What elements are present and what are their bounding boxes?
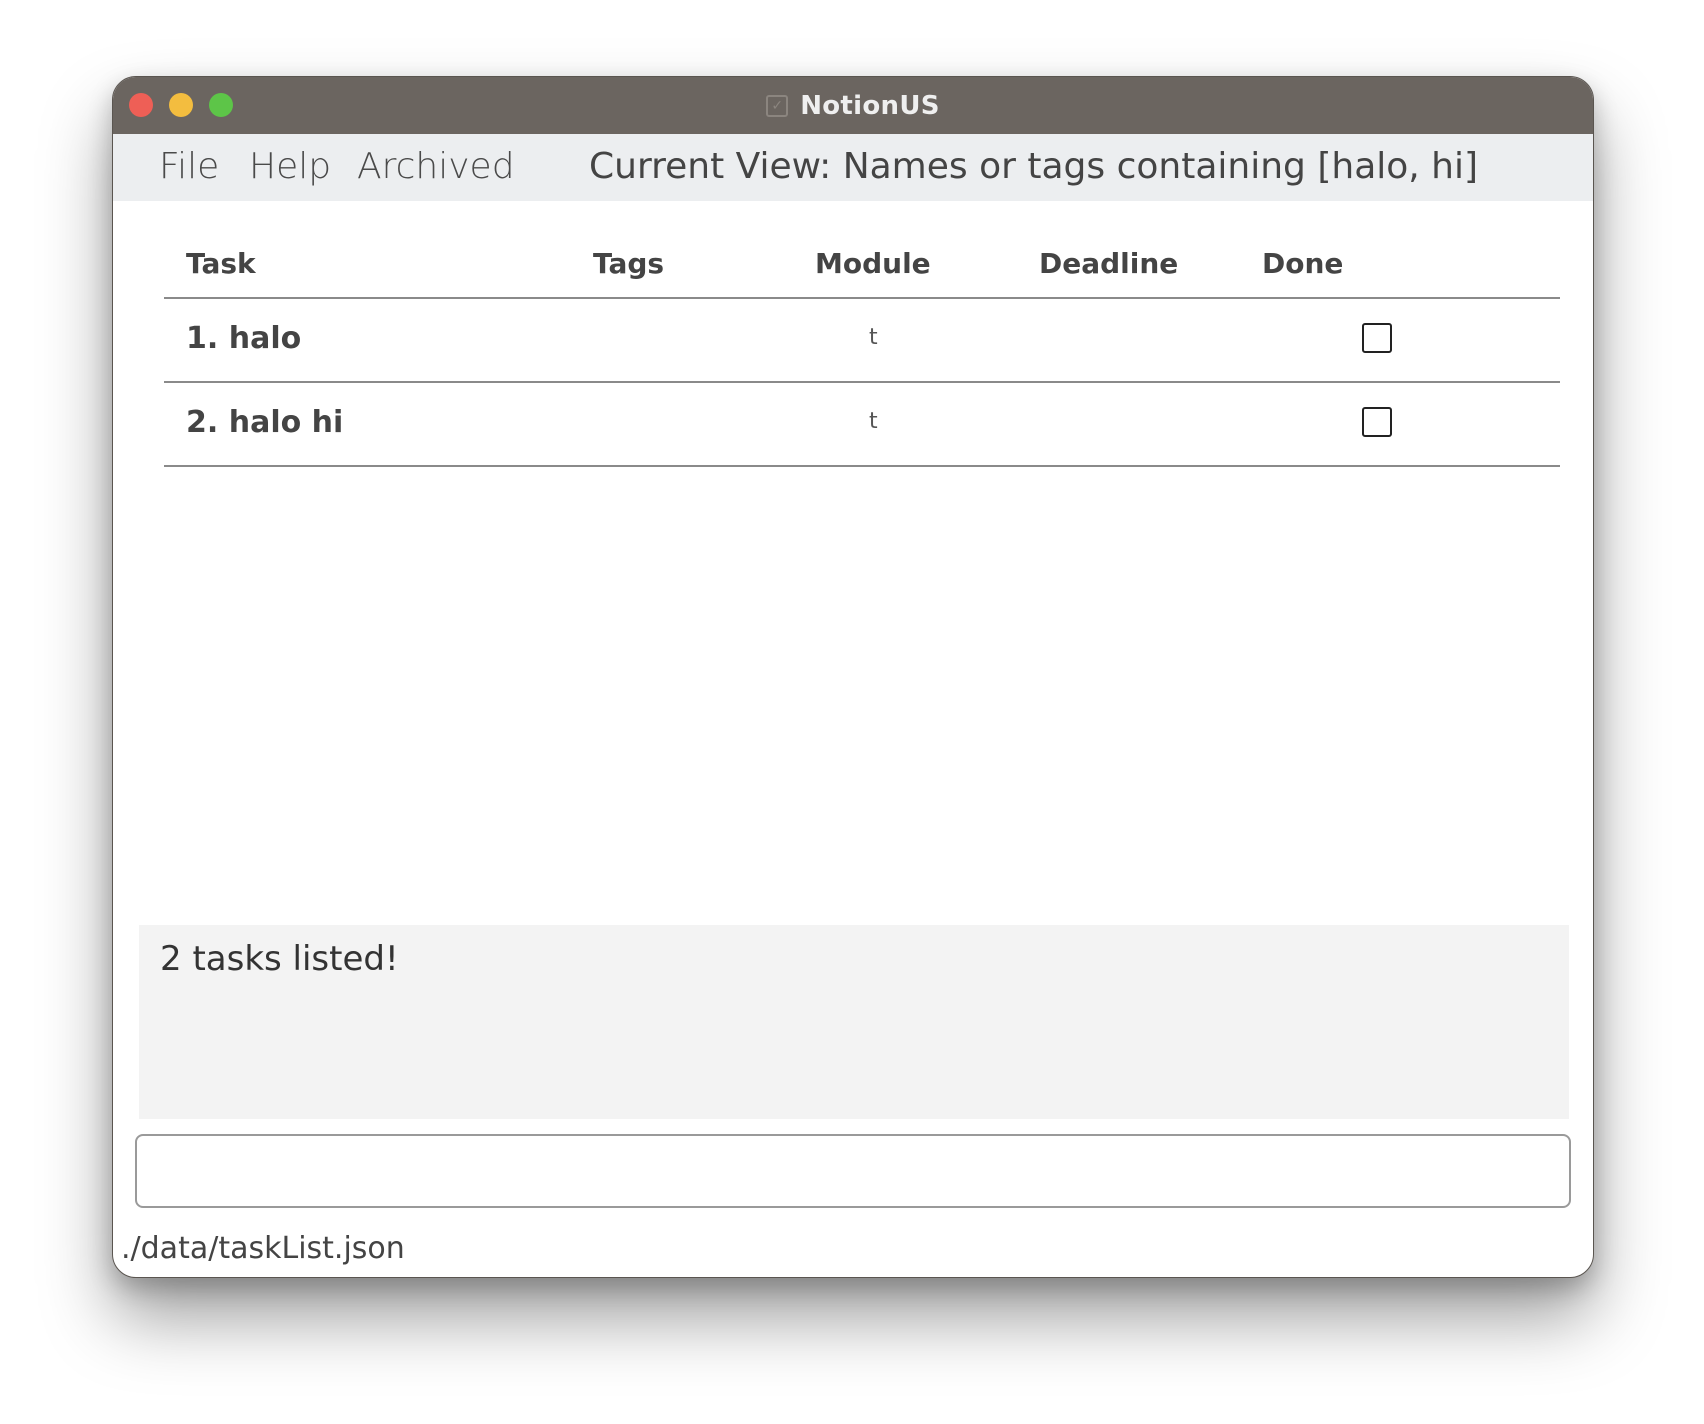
column-header-deadline: Deadline <box>1039 247 1179 280</box>
app-window: ✓ NotionUS File Help Archived Current Vi… <box>112 76 1594 1278</box>
table-row[interactable]: 2. halo hi t <box>164 383 1560 467</box>
table-header: Task Tags Module Deadline Done <box>164 231 1560 299</box>
menu-bar: File Help Archived Current View: Names o… <box>113 134 1593 201</box>
column-header-tags: Tags <box>593 247 665 280</box>
task-module: t <box>869 325 878 350</box>
result-message: 2 tasks listed! <box>160 939 399 979</box>
column-header-module: Module <box>815 247 931 280</box>
task-table: Task Tags Module Deadline Done 1. halo t… <box>164 231 1560 467</box>
window-title: NotionUS <box>800 90 940 121</box>
result-display: 2 tasks listed! <box>139 925 1569 1119</box>
done-checkbox[interactable] <box>1362 407 1392 437</box>
task-module: t <box>869 409 878 434</box>
checkmark-box-icon: ✓ <box>766 94 789 117</box>
menu-file[interactable]: File <box>159 146 219 187</box>
menu-archived[interactable]: Archived <box>357 146 515 187</box>
done-checkbox[interactable] <box>1362 323 1392 353</box>
task-name: 2. halo hi <box>186 405 344 440</box>
column-header-task: Task <box>186 247 256 280</box>
window-title-group: ✓ NotionUS <box>113 77 1593 134</box>
command-input[interactable] <box>135 1134 1571 1208</box>
current-view-label: Current View: Names or tags containing [… <box>589 146 1479 187</box>
column-header-done: Done <box>1262 247 1344 280</box>
menu-help[interactable]: Help <box>249 146 331 187</box>
title-bar[interactable]: ✓ NotionUS <box>113 77 1593 134</box>
task-name: 1. halo <box>186 321 302 356</box>
table-row[interactable]: 1. halo t <box>164 299 1560 383</box>
save-location-path: ./data/taskList.json <box>121 1231 405 1266</box>
